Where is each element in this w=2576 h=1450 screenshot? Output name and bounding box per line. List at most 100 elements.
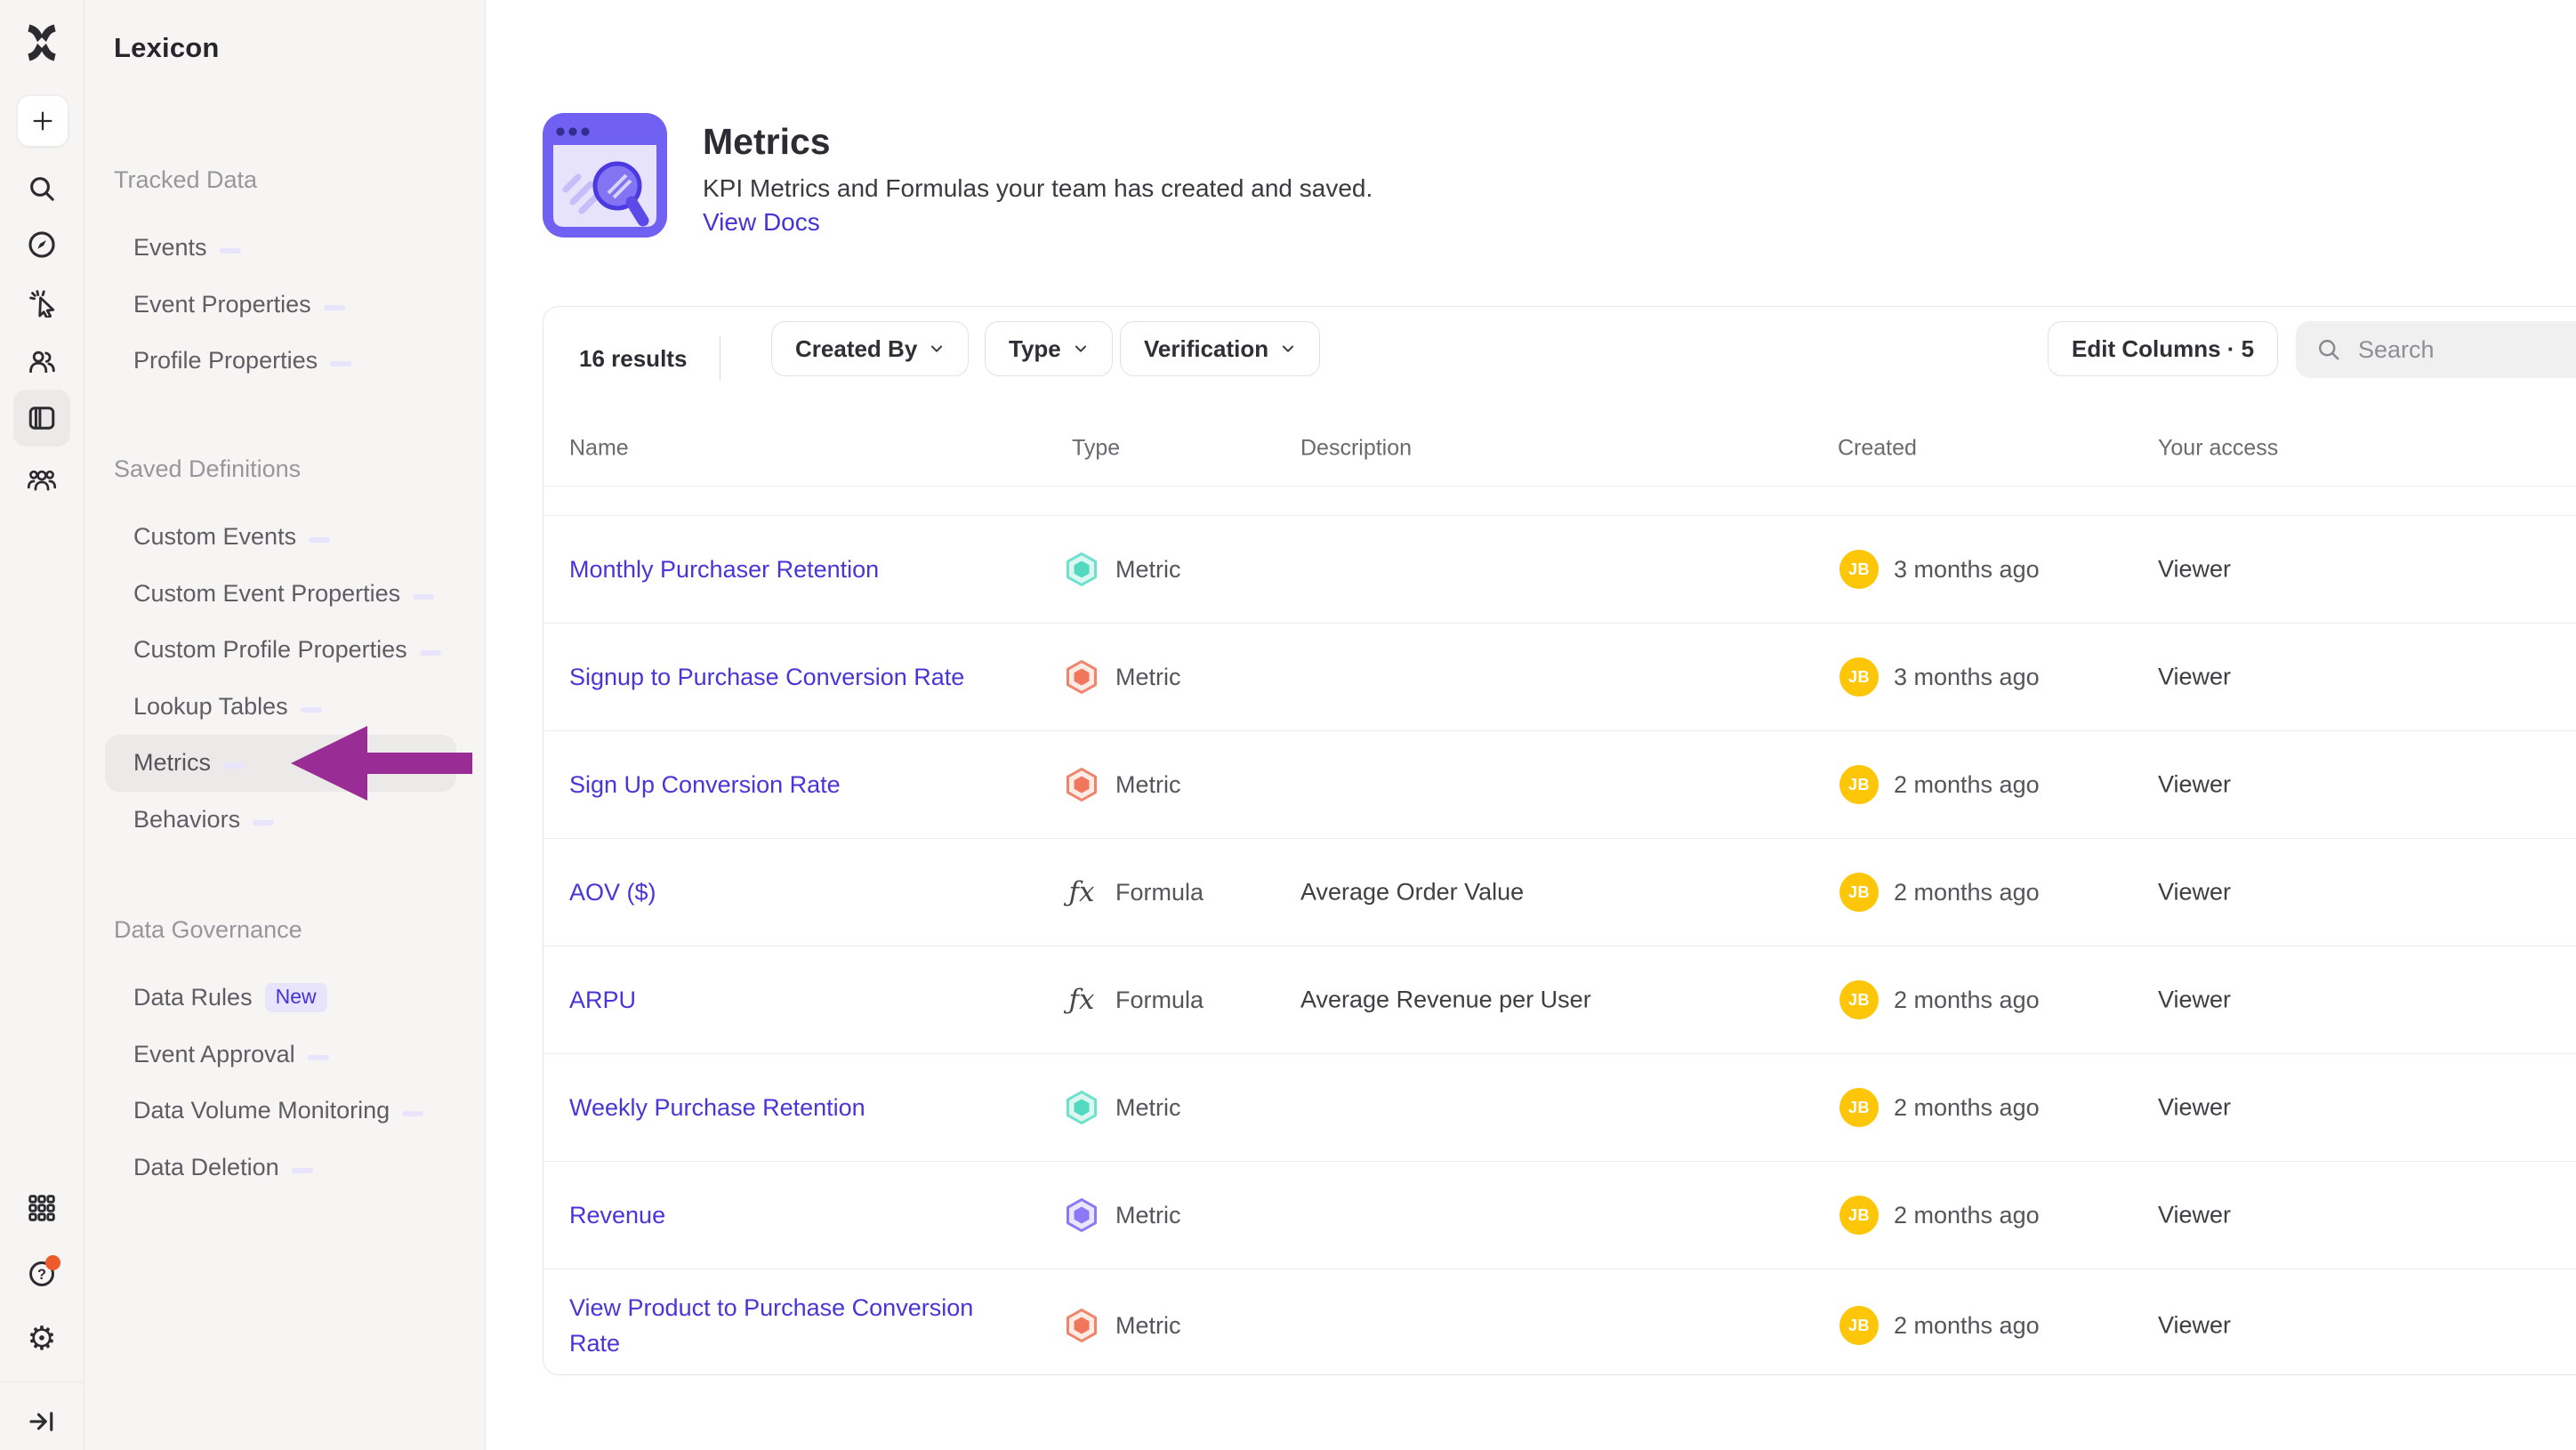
metric-name-link[interactable]: Signup to Purchase Conversion Rate [569, 659, 1014, 695]
type-cell: ƒx Formula [1064, 874, 1203, 910]
sidebar-item-behaviors[interactable]: Behaviors [85, 792, 485, 849]
table-row[interactable]: View Product to Purchase Conversion Rate… [543, 1269, 2576, 1375]
table-row[interactable]: ARPU ƒx Formula Average Revenue per User… [543, 947, 2576, 1054]
page-subtitle: KPI Metrics and Formulas your team has c… [703, 174, 1373, 203]
metric-name-link[interactable]: AOV ($) [569, 874, 1014, 910]
avatar: JB [1839, 1196, 1879, 1235]
table-row[interactable]: Weekly Purchase Retention Metric JB 2 mo… [543, 1054, 2576, 1162]
metric-hexagon-red-icon [1064, 659, 1099, 695]
sidebar-item-events[interactable]: Events [85, 220, 485, 277]
metric-name-link[interactable]: View Product to Purchase Conversion Rate [569, 1290, 1014, 1361]
lexicon-page: { "colors": { "accent_indigo": "#4533d6"… [0, 0, 2576, 1450]
sidebar-item-custom-event-properties[interactable]: Custom Event Properties [85, 566, 485, 623]
description-cell: Average Revenue per User [1300, 987, 1591, 1014]
lexicon-panel-icon [26, 402, 58, 434]
compass-icon[interactable] [27, 230, 57, 260]
description-cell: Average Order Value [1300, 879, 1524, 906]
metric-hexagon-red-icon [1064, 767, 1099, 802]
new-badge [220, 248, 241, 254]
table-row[interactable]: Revenue Metric JB 2 months ago Viewer [543, 1162, 2576, 1269]
created-cell: JB 2 months ago [1839, 873, 2040, 912]
column-header-name: Name [569, 435, 629, 461]
sidebar-sections: Tracked Data Events Event Properties Pro… [85, 0, 485, 1450]
access-cell: Viewer [2158, 1312, 2231, 1340]
search-input[interactable] [2356, 335, 2573, 365]
avatar: JB [1839, 1088, 1879, 1127]
avatar: JB [1839, 980, 1879, 1019]
created-cell: JB 2 months ago [1839, 1196, 2040, 1235]
created-cell: JB 3 months ago [1839, 550, 2040, 589]
new-badge [413, 594, 434, 600]
search-icon [2315, 336, 2342, 363]
sidebar-item-event-properties[interactable]: Event Properties [85, 277, 485, 334]
click-cursor-icon[interactable] [27, 287, 57, 318]
table-toolbar: 16 results Created By Type Verification … [543, 307, 2576, 410]
new-badge [292, 1168, 313, 1173]
sidebar-item-lookup-tables[interactable]: Lookup Tables [85, 679, 485, 736]
svg-text:?: ? [37, 1267, 46, 1283]
created-cell: JB 2 months ago [1839, 1306, 2040, 1345]
edit-columns-button[interactable]: Edit Columns · 5 [2048, 321, 2278, 376]
sidebar-item-metrics[interactable]: Metrics [105, 735, 456, 792]
type-cell: Metric [1064, 659, 1181, 695]
help-button[interactable]: ? [27, 1259, 57, 1289]
lexicon-nav-selected[interactable] [13, 390, 70, 447]
sidebar-section-label: Tracked Data [114, 151, 485, 208]
access-cell: Viewer [2158, 879, 2231, 906]
metric-name-link[interactable]: Weekly Purchase Retention [569, 1090, 1014, 1125]
metric-name-link[interactable]: Sign Up Conversion Rate [569, 767, 1014, 802]
access-cell: Viewer [2158, 1094, 2231, 1122]
table-row[interactable]: Sign Up Conversion Rate Metric JB 2 mont… [543, 731, 2576, 839]
sidebar-item-event-approval[interactable]: Event Approval [85, 1027, 485, 1083]
sidebar-item-profile-properties[interactable]: Profile Properties [85, 333, 485, 390]
chevron-down-icon [929, 341, 945, 357]
filter-button-created-by[interactable]: Created By [771, 321, 969, 376]
new-badge [253, 820, 274, 826]
metric-name-link[interactable]: Monthly Purchaser Retention [569, 552, 1014, 587]
sidebar-item-custom-events[interactable]: Custom Events [85, 509, 485, 566]
sidebar-section: Data Governance Data RulesNew Event Appr… [85, 901, 485, 1196]
new-badge [324, 305, 345, 310]
table-row[interactable]: Signup to Purchase Conversion Rate Metri… [543, 624, 2576, 731]
sidebar-item-custom-profile-properties[interactable]: Custom Profile Properties [85, 622, 485, 679]
create-new-button[interactable] [17, 95, 68, 147]
type-cell: Metric [1064, 552, 1181, 587]
access-cell: Viewer [2158, 771, 2231, 799]
sidebar-item-data-volume-monitoring[interactable]: Data Volume Monitoring [85, 1083, 485, 1140]
table-row[interactable]: AOV ($) ƒx Formula Average Order Value J… [543, 839, 2576, 947]
avatar: JB [1839, 550, 1879, 589]
search-box[interactable] [2296, 321, 2576, 378]
created-cell: JB 2 months ago [1839, 1088, 2040, 1127]
new-badge [223, 763, 245, 769]
type-cell: Metric [1064, 1197, 1181, 1233]
filter-button-verification[interactable]: Verification [1120, 321, 1320, 376]
table-row[interactable]: Monthly Purchaser Retention Metric JB 3 … [543, 516, 2576, 624]
apps-grid-icon[interactable] [27, 1193, 57, 1223]
view-docs-link[interactable]: View Docs [703, 208, 820, 237]
mixpanel-logo-icon[interactable] [22, 23, 61, 62]
settings-gear-icon[interactable]: ⚙ [27, 1324, 57, 1354]
metric-name-link[interactable]: ARPU [569, 982, 1014, 1018]
chevron-down-icon [1073, 341, 1089, 357]
filter-button-type[interactable]: Type [985, 321, 1113, 376]
access-cell: Viewer [2158, 1202, 2231, 1229]
type-cell: Metric [1064, 1090, 1181, 1125]
column-header-description: Description [1300, 435, 1412, 461]
metric-hexagon-teal-icon [1064, 552, 1099, 587]
sidebar-item-data-deletion[interactable]: Data Deletion [85, 1140, 485, 1196]
metric-name-link[interactable]: Revenue [569, 1197, 1014, 1233]
search-nav-icon[interactable] [27, 173, 57, 204]
users-icon[interactable] [27, 346, 57, 376]
formula-fx-icon: ƒx [1069, 984, 1095, 1016]
new-badge [420, 650, 441, 656]
avatar: JB [1839, 1306, 1879, 1345]
icon-rail: ? ⚙ [0, 0, 85, 1450]
type-cell: Metric [1064, 1308, 1181, 1343]
avatar: JB [1839, 873, 1879, 912]
avatar: JB [1839, 765, 1879, 804]
metric-hexagon-red-icon [1064, 1308, 1099, 1343]
group-icon[interactable] [27, 463, 57, 494]
sidebar-item-data-rules[interactable]: Data RulesNew [85, 970, 485, 1027]
column-header-created: Created [1838, 435, 1917, 461]
collapse-sidebar-icon[interactable] [27, 1406, 57, 1437]
